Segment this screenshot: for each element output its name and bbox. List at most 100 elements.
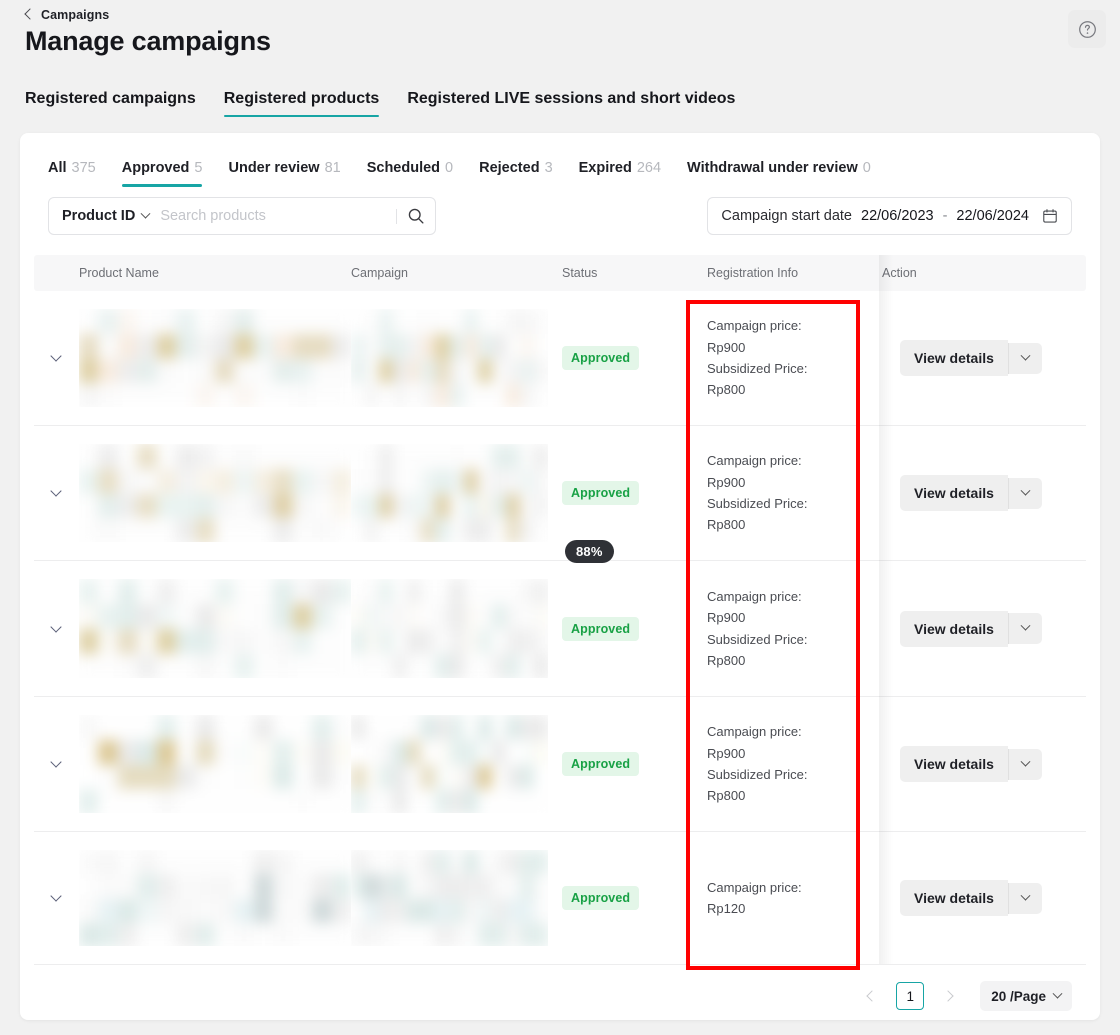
table-header-product-name: Product Name xyxy=(79,266,159,280)
page-size-selector[interactable]: 20 /Page xyxy=(980,981,1072,1011)
campaign-cell xyxy=(351,291,562,425)
action-dropdown-button[interactable] xyxy=(1007,477,1042,509)
view-details-button[interactable]: View details xyxy=(900,610,1008,647)
table-row[interactable]: Approved Campaign price: Rp120 View details xyxy=(34,832,1086,965)
chevron-down-icon xyxy=(1020,485,1031,496)
action-button-group: View details xyxy=(900,340,1042,376)
status-tab-all-count: 375 xyxy=(71,159,96,176)
page-header: Campaigns Manage campaigns xyxy=(0,0,1120,57)
help-button[interactable] xyxy=(1068,10,1106,48)
status-tab-scheduled-label: Scheduled xyxy=(366,159,441,176)
status-tab-approved-label: Approved xyxy=(121,159,190,176)
row-expand-toggle[interactable] xyxy=(34,291,79,425)
view-details-button[interactable]: View details xyxy=(900,340,1008,376)
status-tab-under-review-count: 81 xyxy=(324,159,341,176)
chevron-down-icon xyxy=(1052,988,1063,999)
action-dropdown-button[interactable] xyxy=(1007,882,1042,914)
tab-registered-campaigns[interactable]: Registered campaigns xyxy=(25,90,196,117)
status-tab-rejected[interactable]: Rejected 3 xyxy=(479,159,553,190)
pagination: 1 20 /Page xyxy=(20,965,1100,1011)
status-tab-all-label: All xyxy=(48,159,67,176)
view-details-button[interactable]: View details xyxy=(900,880,1008,916)
status-tab-expired-label: Expired xyxy=(578,159,632,176)
chevron-down-icon xyxy=(1020,620,1031,631)
status-tab-scheduled[interactable]: Scheduled 0 xyxy=(367,159,453,190)
table-row[interactable]: Approved Campaign price: Rp900 Subsidized P… xyxy=(34,540,1086,697)
breadcrumb[interactable]: Campaigns xyxy=(24,8,1100,22)
status-cell: Approved xyxy=(562,561,707,696)
tab-registered-products[interactable]: Registered products xyxy=(223,90,379,117)
date-filter-start[interactable]: 22/06/2023 xyxy=(861,208,934,224)
status-badge: Approved xyxy=(562,481,640,505)
filter-bar: Product ID Campaign start date 22/06/202… xyxy=(20,189,1100,235)
action-button-group: View details xyxy=(900,746,1042,782)
status-tab-all[interactable]: All 375 xyxy=(48,159,96,190)
date-filter-end[interactable]: 22/06/2024 xyxy=(956,208,1029,224)
table-header-registration-info: Registration Info xyxy=(707,266,799,280)
status-tab-under-review[interactable]: Under review 81 xyxy=(228,159,340,190)
action-button-group: View details xyxy=(900,475,1042,511)
chevron-down-icon xyxy=(50,890,62,902)
breadcrumb-label[interactable]: Campaigns xyxy=(41,8,109,22)
search-icon[interactable] xyxy=(407,207,425,225)
table-header-campaign: Campaign xyxy=(351,266,408,280)
campaign-cell xyxy=(351,697,562,831)
search-field-selector[interactable]: Product ID xyxy=(62,208,151,224)
row-expand-toggle[interactable] xyxy=(34,697,79,831)
registration-info-cell: Campaign price: Rp120 xyxy=(707,832,882,964)
products-table: Product Name Campaign Status Registratio… xyxy=(34,255,1086,965)
status-tab-withdrawal-under-review[interactable]: Withdrawal under review 0 xyxy=(687,159,871,190)
redacted-content xyxy=(351,850,548,946)
action-cell: View details xyxy=(882,697,1086,831)
chevron-left-icon xyxy=(866,990,878,1002)
action-cell: View details xyxy=(882,291,1086,425)
chevron-down-icon xyxy=(50,756,62,768)
status-filter-tabs: All 375 Approved 5 Under review 81 Schedule… xyxy=(20,133,1100,189)
redacted-content xyxy=(79,850,351,946)
action-dropdown-button[interactable] xyxy=(1007,748,1042,780)
table-header-action: Action xyxy=(882,266,917,280)
pagination-prev-button[interactable] xyxy=(858,982,886,1010)
table-row[interactable]: Approved Campaign price: Rp900 Subsidized P… xyxy=(34,697,1086,832)
registration-info-text: Campaign price: Rp900 Subsidized Price: Rp8… xyxy=(707,724,808,804)
status-tab-expired[interactable]: Expired 264 xyxy=(579,159,661,190)
chevron-down-icon xyxy=(50,350,62,362)
registration-info-text: Campaign price: Rp120 xyxy=(707,879,802,916)
action-cell: View details xyxy=(882,832,1086,964)
search-box[interactable]: Product ID xyxy=(48,197,436,235)
chevron-left-icon xyxy=(24,8,36,20)
pagination-page-1[interactable]: 1 xyxy=(896,982,925,1010)
status-badge: Approved xyxy=(562,346,640,370)
redacted-content xyxy=(351,309,548,407)
table-header-row: Product Name Campaign Status Registratio… xyxy=(34,255,1086,291)
chevron-down-icon xyxy=(1020,756,1031,767)
page-title: Manage campaigns xyxy=(25,26,271,56)
row-expand-toggle[interactable] xyxy=(34,426,79,560)
calendar-icon[interactable] xyxy=(1042,208,1058,224)
status-tab-scheduled-count: 0 xyxy=(445,159,454,176)
status-cell: Approved xyxy=(562,291,707,425)
product-name-cell xyxy=(79,832,351,964)
pagination-next-button[interactable] xyxy=(934,982,962,1010)
status-tab-approved[interactable]: Approved 5 xyxy=(121,159,202,190)
status-tab-rejected-count: 3 xyxy=(544,159,553,176)
redacted-content xyxy=(79,444,351,542)
action-button-group: View details xyxy=(900,880,1042,916)
table-row[interactable]: Approved Campaign price: Rp900 Subsidized P… xyxy=(34,426,1086,561)
row-expand-toggle[interactable] xyxy=(34,561,79,696)
redacted-content xyxy=(351,715,548,813)
view-details-button[interactable]: View details xyxy=(900,746,1008,782)
action-dropdown-button[interactable] xyxy=(1007,613,1042,644)
tab-registered-live-sessions[interactable]: Registered LIVE sessions and short video… xyxy=(407,90,735,117)
status-cell: Approved xyxy=(562,697,707,831)
action-dropdown-button[interactable] xyxy=(1007,342,1042,374)
row-expand-toggle[interactable] xyxy=(34,832,79,964)
campaign-start-date-filter[interactable]: Campaign start date 22/06/2023 - 22/06/2… xyxy=(707,197,1072,235)
view-details-button[interactable]: View details xyxy=(900,475,1008,511)
status-tab-under-review-label: Under review xyxy=(228,159,320,176)
product-name-cell xyxy=(79,561,351,696)
search-input[interactable] xyxy=(160,208,396,224)
status-tab-withdrawal-count: 0 xyxy=(862,159,871,176)
redacted-content xyxy=(79,309,351,407)
table-row[interactable]: Approved Campaign price: Rp900 Subsidized P… xyxy=(34,291,1086,426)
